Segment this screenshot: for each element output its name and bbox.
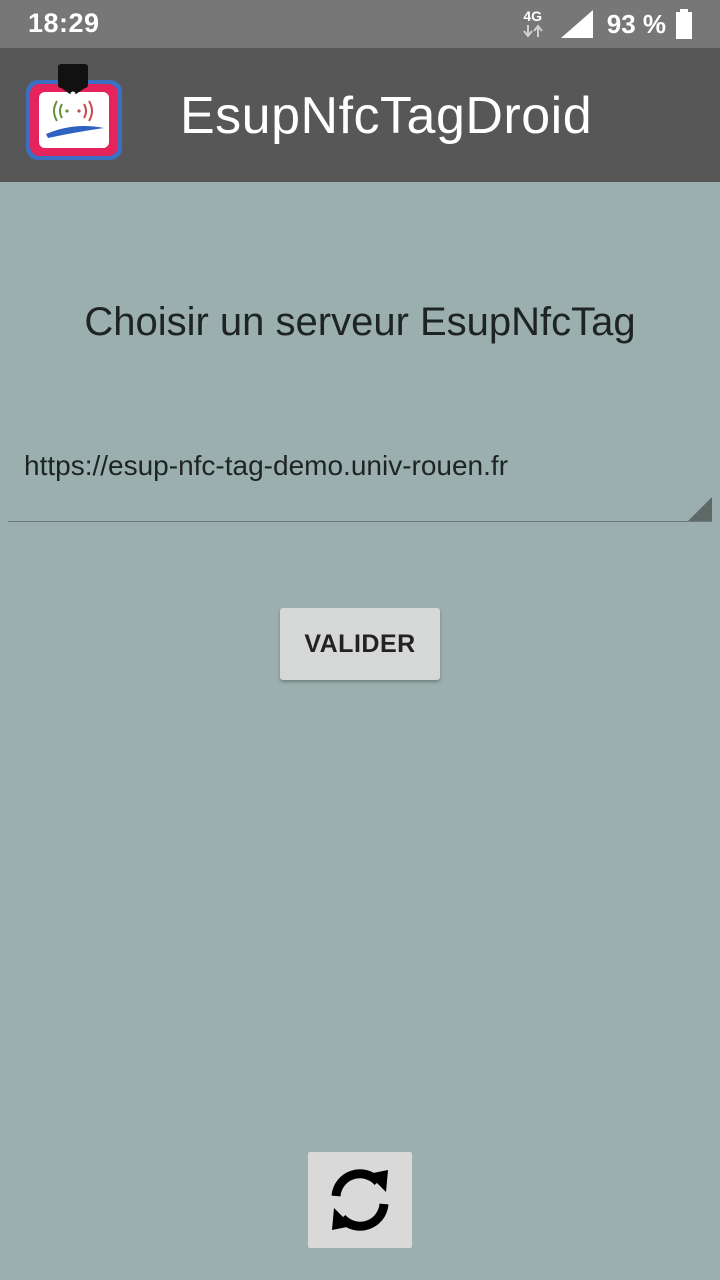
signal-icon bbox=[560, 10, 593, 38]
app-bar: EsupNfcTagDroid bbox=[0, 48, 720, 182]
refresh-button[interactable] bbox=[308, 1152, 412, 1248]
validate-button[interactable]: VALIDER bbox=[280, 608, 440, 680]
app-screen: 18:29 4G 93 % EsupNfcTagDroid Choisir un… bbox=[0, 0, 720, 1280]
network-type-icon: 4G bbox=[519, 8, 547, 40]
dropdown-arrow-icon bbox=[688, 497, 712, 521]
status-bar: 18:29 4G 93 % bbox=[0, 0, 720, 48]
server-select-dropdown[interactable]: https://esup-nfc-tag-demo.univ-rouen.fr bbox=[8, 430, 712, 522]
data-arrows-icon bbox=[522, 24, 543, 38]
esup-nfc-logo-icon bbox=[26, 64, 122, 160]
battery-percentage: 93 % bbox=[606, 8, 666, 39]
server-select-value: https://esup-nfc-tag-demo.univ-rouen.fr bbox=[24, 450, 509, 481]
status-time: 18:29 bbox=[28, 8, 100, 38]
network-type-label: 4G bbox=[523, 8, 543, 24]
page-heading: Choisir un serveur EsupNfcTag bbox=[84, 300, 636, 344]
status-icons: 4G 93 % bbox=[519, 8, 692, 40]
refresh-icon bbox=[331, 1169, 389, 1231]
battery-icon bbox=[676, 9, 692, 39]
app-title: EsupNfcTagDroid bbox=[180, 87, 593, 145]
